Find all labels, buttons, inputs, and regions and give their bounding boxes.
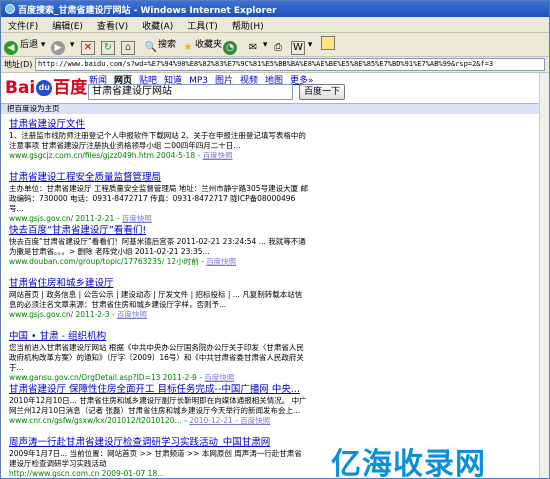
result-desc: 2010年12月10日... 甘肃省住房和城乡建设厅副厅长靳明即在向媒体通报相关… <box>9 396 307 415</box>
cache-link[interactable]: 百度快照 <box>122 214 152 223</box>
mail-button[interactable]: ✉ ▾ <box>246 36 268 54</box>
forward-button[interactable]: ▶ ▾ <box>51 36 74 55</box>
result-item: 中国 • 甘肃 - 组织机构 您当前进入甘肃省建设厅网站 根据《中共中央办公厅国… <box>9 331 309 383</box>
result-url-text: http://www.gscn.com.cn 2009-01-07 18... <box>9 469 165 478</box>
result-url-text: www.gansu.gov.cn/OrgDetail.asp?ID=13 201… <box>9 373 197 382</box>
page-content: Bai du 百度 新闻 网页 贴吧 知道 MP3 图片 视频 地图 更多» 甘肃省建设厅网站 百度… <box>1 73 549 479</box>
result-item: 甘肃省建设厅 保障性住房全面开工 目标任务完成--中国广播网 中央... 201… <box>9 384 309 426</box>
history-button[interactable]: ◔ <box>223 36 239 55</box>
edit-icon: W <box>291 41 305 55</box>
search-button[interactable]: 🔍搜索 <box>144 36 176 54</box>
result-desc: 1、注册监市线防师注册登记个人申报软件下载网站 2、关于在甲报注册登记填写表格中… <box>9 131 306 150</box>
search-icon: 🔍 <box>144 42 158 53</box>
result-item: 甘肃省建设工程安全质量监督管理局 主办单位：甘肃省建设厅 工程质量安全监督管理局… <box>9 172 309 224</box>
cache-link[interactable]: 2010-12-21 - 百度快照 <box>189 416 270 425</box>
result-url-text: www.gsjs.gov.cn/ 2011-2-3 <box>9 310 110 319</box>
result-item: 快去百度“甘肃省建设厅”看看们! 快去百度“甘肃省建设厅”看看们！阿基米德后宫茶… <box>9 225 309 267</box>
search-label: 搜索 <box>158 40 177 50</box>
logo-text-right: 百度 <box>53 78 88 98</box>
cache-link[interactable]: 百度快照 <box>204 373 234 382</box>
result-title[interactable]: 甘肃省建设工程安全质量监督管理局 <box>9 172 309 184</box>
result-title[interactable]: 中国 • 甘肃 - 组织机构 <box>9 331 309 343</box>
back-button[interactable]: ◀ 后退 ▾ <box>4 36 45 55</box>
menu-tools[interactable]: 工具(T) <box>180 17 225 34</box>
paw-icon: du <box>36 80 53 96</box>
ie-icon <box>5 4 15 14</box>
menu-file[interactable]: 文件(F) <box>1 17 45 34</box>
set-home-link[interactable]: 把百度设为主页 <box>7 104 60 113</box>
search-input[interactable]: 甘肃省建设厅网站 <box>88 84 293 100</box>
set-home-bar: 把百度设为主页 <box>1 103 549 114</box>
home-icon: ⌂ <box>121 41 135 55</box>
result-title[interactable]: 甘肃省住房和城乡建设厅 <box>9 278 309 290</box>
result-desc: 2009年1月7日... 当前位置：网站首页 >> 甘肃频道 >> 本网原创 周… <box>9 449 302 468</box>
result-item: 甘肃省建设厅文件 1、注册监市线防师注册登记个人申报软件下载网站 2、关于在甲报… <box>9 119 309 161</box>
forward-arrow-icon: ▶ <box>51 41 65 55</box>
cache-link[interactable]: 百度快照 <box>203 151 233 160</box>
result-desc: 主办单位：甘肃省建设厅 工程质量安全监督管理局 地址：兰州市静宁路305号建设大… <box>9 184 308 213</box>
logo-text-left: Bai <box>5 78 36 98</box>
refresh-button[interactable]: ↻ <box>101 36 115 55</box>
result-url: www.gansu.gov.cn/OrgDetail.asp?ID=13 201… <box>9 373 235 382</box>
menu-favorites[interactable]: 收藏(A) <box>135 17 180 34</box>
mail-icon: ✉ <box>248 42 258 53</box>
refresh-icon: ↻ <box>101 41 115 55</box>
discuss-button[interactable] <box>321 36 335 54</box>
result-desc: 您当前进入甘肃省建设厅网站 根据《中共中央办公厅国务院办公厅关于印发〈甘肃省人民… <box>9 343 304 372</box>
stop-icon: ✕ <box>81 41 95 55</box>
result-url: www.cnr.cn/gsfw/gsxw/kx/201012/t2010120.… <box>9 416 271 425</box>
toolbar: ◀ 后退 ▾ ▶ ▾ ✕ ↻ ⌂ 🔍搜索 ★ 收藏夹 ◔ ✉ ▾ ⎙ W ▾ <box>1 33 549 57</box>
title-bar: 百度搜索_甘肃省建设厅网站 - Windows Internet Explore… <box>1 1 549 17</box>
window-title: 百度搜索_甘肃省建设厅网站 - Windows Internet Explore… <box>18 6 277 16</box>
browser-window: 百度搜索_甘肃省建设厅网站 - Windows Internet Explore… <box>0 0 550 479</box>
result-title[interactable]: 甘肃省建设厅 保障性住房全面开工 目标任务完成--中国广播网 中央... <box>9 384 309 396</box>
result-url: www.gsgcjz.com.cn/files/gjzz049h.htm 200… <box>9 151 233 160</box>
menu-view[interactable]: 查看(V) <box>90 17 135 34</box>
result-title[interactable]: 快去百度“甘肃省建设厅”看看们! <box>9 225 309 237</box>
favorites-button[interactable]: ★ 收藏夹 <box>181 36 223 54</box>
menu-bar: 文件(F) 编辑(E) 查看(V) 收藏(A) 工具(T) 帮助(H) <box>1 17 549 33</box>
vertical-scrollbar[interactable] <box>539 73 549 478</box>
result-item: 甘肃省住房和城乡建设厅 网站首页 | 政务信息 | 公告公示 | 建设动态 | … <box>9 278 309 320</box>
favorites-label: 收藏夹 <box>195 40 223 50</box>
result-url: www.douban.com/group/topic/17763235/ 12小… <box>9 257 237 266</box>
result-desc: 网站首页 | 政务信息 | 公告公示 | 建设动态 | 厅发文件 | 招标投标 … <box>9 290 303 309</box>
result-url: http://www.gscn.com.cn 2009-01-07 18... <box>9 469 309 478</box>
history-icon: ◔ <box>223 41 237 55</box>
result-url-text: www.douban.com/group/topic/17763235/ 12小… <box>9 257 199 266</box>
back-arrow-icon: ◀ <box>4 41 18 55</box>
home-button[interactable]: ⌂ <box>121 36 135 55</box>
result-url-text: www.gsgcjz.com.cn/files/gjzz049h.htm 200… <box>9 151 196 160</box>
baidu-logo[interactable]: Bai du 百度 <box>5 75 87 101</box>
cache-link[interactable]: 百度快照 <box>206 257 236 266</box>
folder-icon <box>321 36 335 50</box>
result-url-text: www.gsjs.gov.cn/ 2011-2-21 <box>9 214 115 223</box>
edit-button[interactable]: W ▾ <box>291 36 312 55</box>
result-title[interactable]: 周声涛一行赴甘肃省建设厅检查调研学习实践活动_中国甘肃网 <box>9 437 309 449</box>
address-label: 地址(D) <box>4 60 33 69</box>
star-icon: ★ <box>183 42 193 53</box>
result-item: 周声涛一行赴甘肃省建设厅检查调研学习实践活动_中国甘肃网 2009年1月7日..… <box>9 437 309 478</box>
result-url: www.gsjs.gov.cn/ 2011-2-21 - 百度快照 <box>9 214 152 223</box>
result-title[interactable]: 甘肃省建设厅文件 <box>9 119 309 131</box>
menu-edit[interactable]: 编辑(E) <box>45 17 90 34</box>
print-button[interactable]: ⎙ <box>271 36 285 54</box>
printer-icon: ⎙ <box>274 42 282 53</box>
address-input[interactable]: http://www.baidu.com/s?wd=%E7%94%98%E8%8… <box>35 58 545 71</box>
baidu-search-button[interactable]: 百度一下 <box>299 84 345 100</box>
back-label: 后退 <box>20 40 39 50</box>
stop-button[interactable]: ✕ <box>81 36 95 55</box>
result-desc: 快去百度“甘肃省建设厅”看看们！阿基米德后宫茶 2011-02-21 23:24… <box>9 237 306 256</box>
menu-help[interactable]: 帮助(H) <box>225 17 271 34</box>
watermark: 亿海收录网 <box>331 447 486 479</box>
cache-link[interactable]: 百度快照 <box>117 310 147 319</box>
result-url-text: www.cnr.cn/gsfw/gsxw/kx/201012/t2010120.… <box>9 416 182 425</box>
address-bar: 地址(D) http://www.baidu.com/s?wd=%E7%94%9… <box>1 57 549 73</box>
result-url: www.gsjs.gov.cn/ 2011-2-3 - 百度快照 <box>9 310 148 319</box>
